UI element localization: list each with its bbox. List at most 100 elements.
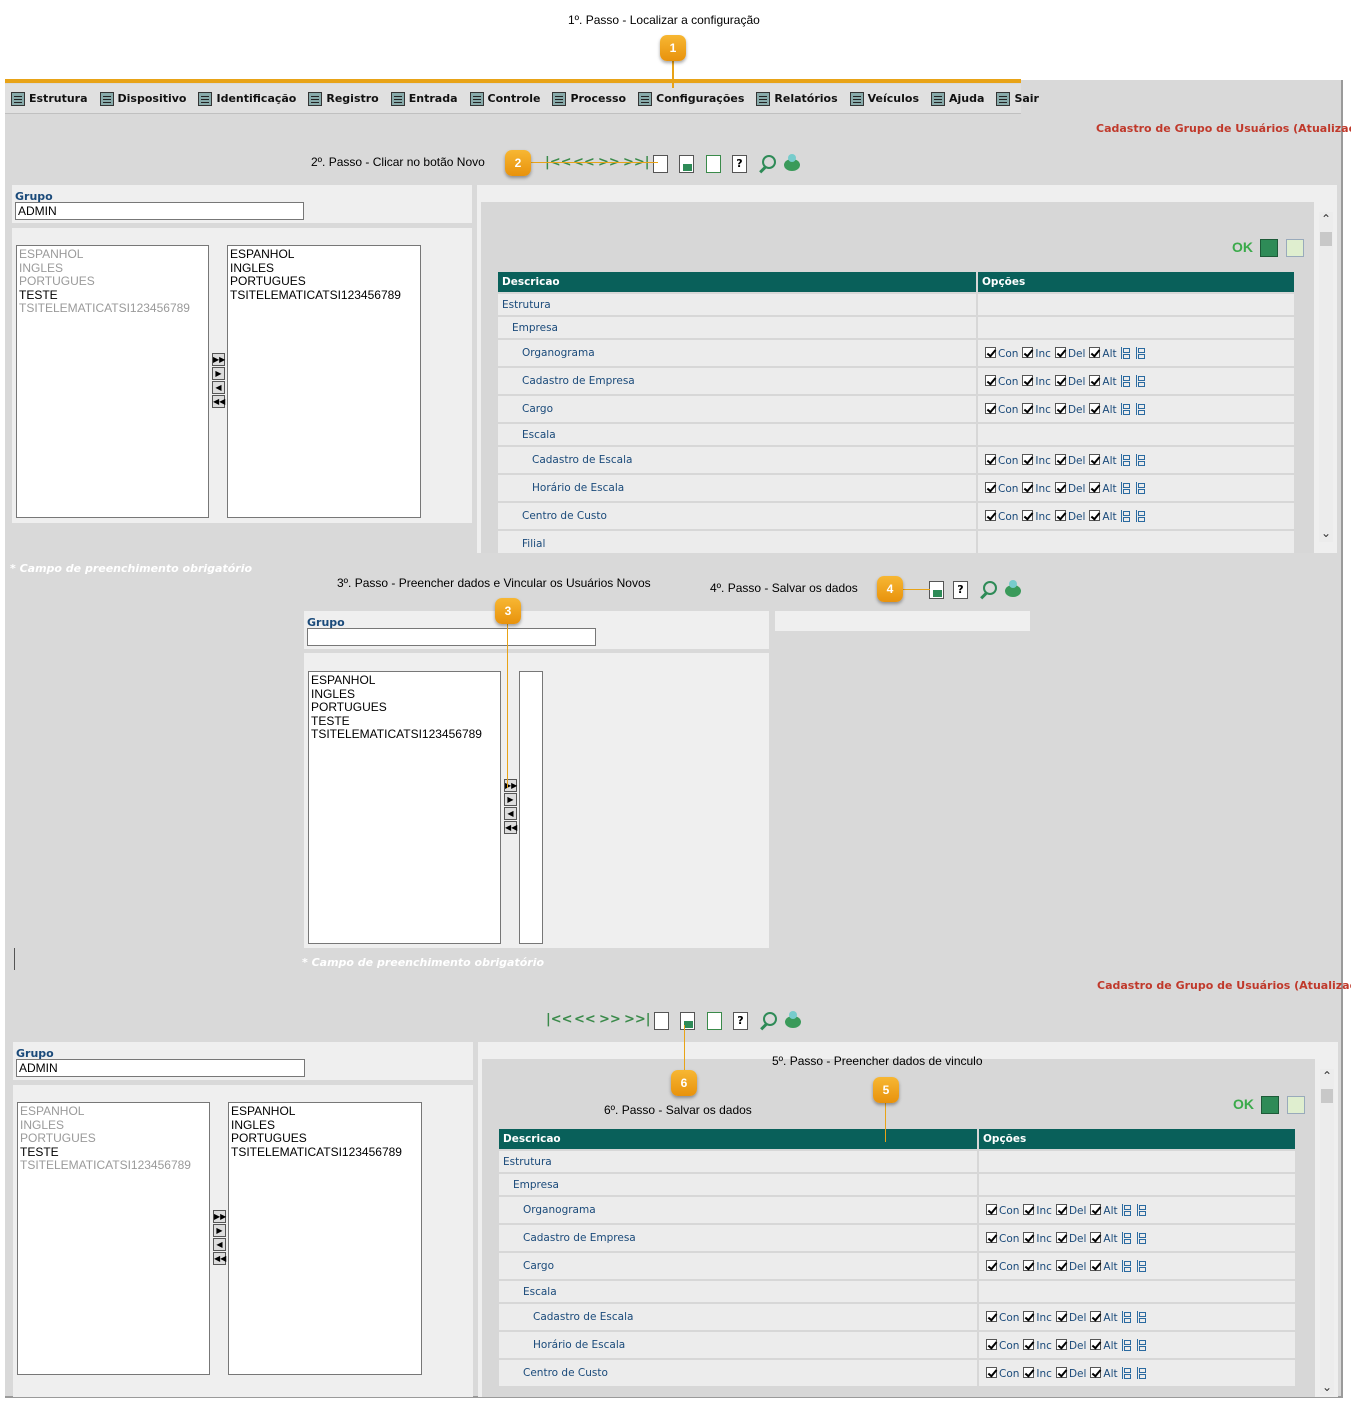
scroll-thumb[interactable] [1320, 232, 1332, 246]
checkbox-inc[interactable] [1023, 1259, 1035, 1271]
expand-tree-icon[interactable] [1120, 453, 1133, 466]
checkbox-con[interactable] [986, 1310, 997, 1322]
checkbox-del[interactable] [1054, 453, 1066, 465]
search-icon[interactable] [757, 154, 777, 174]
web-icon[interactable] [782, 153, 804, 173]
list-item[interactable]: TSITELEMATICATSI123456789 [231, 1145, 419, 1160]
group-input-2[interactable] [307, 628, 596, 646]
scroll-thumb-3[interactable] [1321, 1089, 1333, 1103]
save-icon-3[interactable] [680, 1012, 695, 1030]
collapse-tree-icon[interactable] [1135, 481, 1148, 494]
print-preview-icon-3[interactable] [1287, 1096, 1305, 1114]
checkbox-del[interactable] [1055, 1203, 1067, 1215]
menu-item-configuracoes[interactable]: Configurações [638, 91, 744, 106]
list-item[interactable]: PORTUGUES [20, 1131, 207, 1146]
list-item[interactable]: TESTE [20, 1145, 207, 1160]
scroll-down-icon[interactable]: ⌄ [1319, 526, 1333, 540]
expand-tree-icon[interactable] [1120, 346, 1133, 359]
list-item[interactable]: TESTE [311, 714, 498, 729]
checkbox-con[interactable] [986, 1366, 997, 1378]
collapse-tree-icon[interactable] [1136, 1231, 1149, 1244]
menu-item-registro[interactable]: Registro [308, 91, 379, 106]
linked-users-list-2[interactable] [519, 671, 543, 944]
add-all-button[interactable]: ▶▶ [213, 1210, 226, 1223]
checkbox-inc[interactable] [1023, 1310, 1035, 1322]
list-item[interactable]: INGLES [19, 261, 206, 276]
new-record-icon-3[interactable] [654, 1012, 669, 1030]
checkbox-del[interactable] [1055, 1366, 1067, 1378]
print-preview-icon[interactable] [1286, 239, 1304, 257]
list-item[interactable]: PORTUGUES [231, 1131, 419, 1146]
menu-item-dispositivo[interactable]: Dispositivo [99, 91, 186, 106]
checkbox-inc[interactable] [1023, 1231, 1035, 1243]
add-button[interactable]: ▶ [212, 367, 225, 380]
checkbox-con[interactable] [985, 374, 996, 386]
checkbox-alt[interactable] [1089, 374, 1101, 386]
list-item[interactable]: INGLES [20, 1118, 207, 1133]
expand-tree-icon[interactable] [1120, 509, 1133, 522]
web-icon-3[interactable] [783, 1010, 805, 1030]
checkbox-alt[interactable] [1089, 453, 1101, 465]
menu-item-veiculos[interactable]: Veículos [849, 91, 919, 106]
menu-item-relatorios[interactable]: Relatórios [756, 91, 838, 106]
nav-prev-icon-3[interactable]: << [574, 1012, 596, 1027]
checkbox-del[interactable] [1054, 509, 1066, 521]
list-item[interactable]: INGLES [231, 1118, 419, 1133]
list-item[interactable]: TESTE [19, 288, 206, 303]
new-record-icon[interactable] [653, 155, 668, 173]
checkbox-inc[interactable] [1023, 1366, 1035, 1378]
checkbox-alt[interactable] [1089, 402, 1101, 414]
nav-next-icon-3[interactable]: >> [599, 1012, 621, 1027]
scroll-up-icon[interactable]: ⌃ [1319, 212, 1333, 226]
checkbox-del[interactable] [1054, 374, 1066, 386]
add-button[interactable]: ▶ [504, 793, 517, 806]
checkbox-inc[interactable] [1022, 481, 1034, 493]
ok-button[interactable]: OK [1232, 239, 1253, 255]
grid-scrollbar-3[interactable]: ⌃ ⌄ [1320, 1069, 1334, 1395]
list-item[interactable]: ESPANHOL [230, 247, 418, 262]
collapse-tree-icon[interactable] [1135, 402, 1148, 415]
search-icon-2[interactable] [978, 580, 998, 600]
checkbox-del[interactable] [1055, 1231, 1067, 1243]
nav-first-icon-3[interactable]: |<< [546, 1012, 573, 1027]
expand-tree-icon[interactable] [1121, 1231, 1134, 1244]
available-users-list-2[interactable]: ESPANHOL INGLES PORTUGUES TESTE TSITELEMATIC… [308, 671, 501, 944]
print-icon[interactable] [1260, 239, 1278, 257]
checkbox-alt[interactable] [1089, 481, 1101, 493]
checkbox-alt[interactable] [1090, 1366, 1102, 1378]
print-icon-3[interactable] [1261, 1096, 1279, 1114]
checkbox-alt[interactable] [1090, 1231, 1102, 1243]
checkbox-del[interactable] [1054, 481, 1066, 493]
menu-item-entrada[interactable]: Entrada [390, 91, 458, 106]
remove-all-button[interactable]: ◀◀ [504, 821, 517, 834]
list-item[interactable]: TSITELEMATICATSI123456789 [230, 288, 418, 303]
web-icon-2[interactable] [1003, 579, 1025, 599]
collapse-tree-icon[interactable] [1136, 1366, 1149, 1379]
collapse-tree-icon[interactable] [1136, 1310, 1149, 1323]
expand-tree-icon[interactable] [1121, 1310, 1134, 1323]
save-icon-2[interactable] [929, 581, 944, 599]
nav-last-icon-3[interactable]: >>| [624, 1012, 651, 1027]
checkbox-con[interactable] [986, 1338, 997, 1350]
remove-button[interactable]: ◀ [213, 1238, 226, 1251]
checkbox-alt[interactable] [1090, 1203, 1102, 1215]
list-item[interactable]: INGLES [311, 687, 498, 702]
expand-tree-icon[interactable] [1121, 1366, 1134, 1379]
checkbox-con[interactable] [986, 1231, 997, 1243]
save-icon[interactable] [679, 155, 694, 173]
collapse-tree-icon[interactable] [1135, 509, 1148, 522]
help-doc-icon[interactable]: ? [732, 155, 747, 173]
expand-tree-icon[interactable] [1120, 374, 1133, 387]
checkbox-alt[interactable] [1090, 1259, 1102, 1271]
checkbox-del[interactable] [1055, 1338, 1067, 1350]
list-item[interactable]: TSITELEMATICATSI123456789 [19, 301, 206, 316]
checkbox-alt[interactable] [1089, 509, 1101, 521]
available-users-list[interactable]: ESPANHOL INGLES PORTUGUES TESTE TSITELEMATIC… [16, 245, 209, 518]
expand-tree-icon[interactable] [1121, 1203, 1134, 1216]
help-doc-icon-3[interactable]: ? [733, 1012, 748, 1030]
collapse-tree-icon[interactable] [1136, 1338, 1149, 1351]
collapse-tree-icon[interactable] [1135, 346, 1148, 359]
list-item[interactable]: TSITELEMATICATSI123456789 [311, 727, 498, 742]
expand-tree-icon[interactable] [1121, 1259, 1134, 1272]
undo-icon-3[interactable] [707, 1012, 722, 1030]
